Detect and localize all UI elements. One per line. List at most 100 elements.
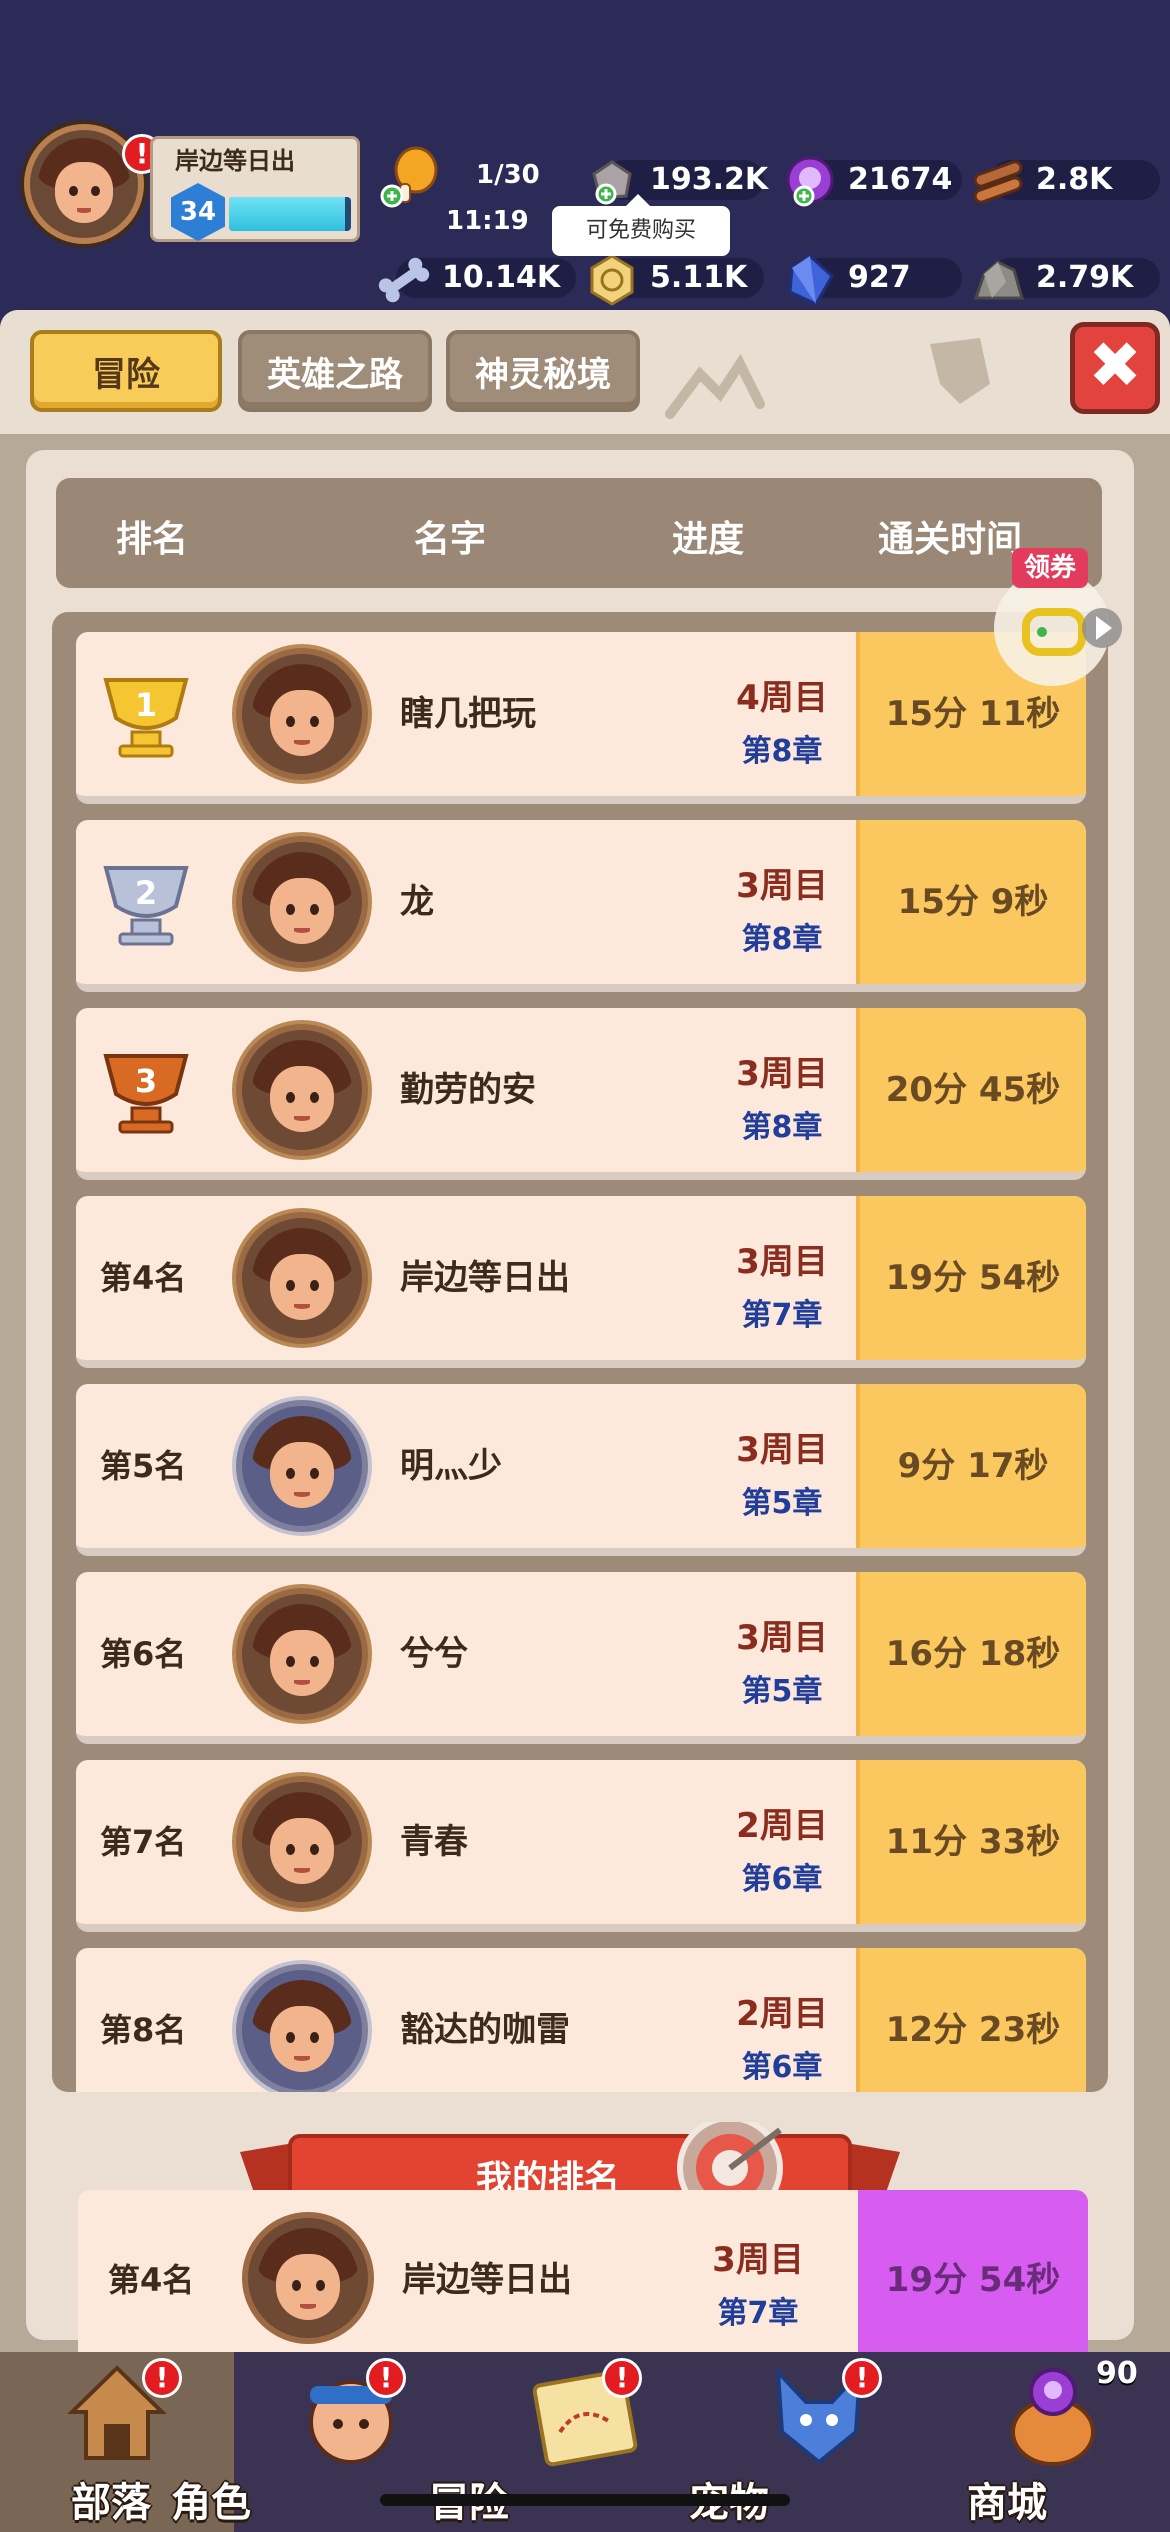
player-name: 岸边等日出: [400, 1258, 570, 1298]
progress-chapter: 第5章: [741, 1674, 823, 1709]
stamina-value: 1/30: [476, 160, 540, 190]
nav-shop[interactable]: 90 商城: [936, 2352, 1170, 2532]
home-indicator: [380, 2494, 790, 2506]
coin-value: 5.11K: [650, 259, 748, 295]
progress-cycle: 2周目: [736, 1806, 828, 1846]
my-chapter: 第7章: [717, 2296, 799, 2331]
stone-resource[interactable]: 2.79K: [970, 252, 1160, 302]
progress-chapter: 第7章: [741, 1298, 823, 1333]
table-row[interactable]: 2 龙 3周目 第8章 15分 9秒: [76, 820, 1086, 992]
nav-pet-alert: !: [842, 2358, 882, 2398]
progress-cycle: 3周目: [736, 1618, 828, 1658]
rank-trophy-icon: 1: [103, 678, 189, 758]
nav-character-alert: !: [366, 2358, 406, 2398]
progress-chapter: 第5章: [741, 1486, 823, 1521]
rank-label: 第8名: [100, 2011, 187, 2049]
close-button[interactable]: ✖: [1070, 322, 1160, 414]
purple-gem-icon: [786, 156, 834, 207]
bone-icon: [378, 257, 430, 303]
wood-value: 2.8K: [1036, 161, 1113, 197]
table-row[interactable]: 第6名 兮兮 3周目 第5章 16分 18秒: [76, 1572, 1086, 1744]
crystal-icon: [788, 254, 834, 306]
player-name: 瞎几把玩: [400, 694, 536, 734]
player-name: 青春: [400, 1822, 468, 1862]
free-purchase-tooltip: 可免费购买: [552, 194, 730, 256]
player-name: 岸边等日出: [175, 147, 295, 175]
coin-icon: [590, 254, 634, 306]
clear-time: 9分 17秒: [856, 1384, 1086, 1548]
svg-text:2: 2: [135, 874, 157, 912]
header-progress: 进度: [672, 519, 745, 560]
rank-label: 第7名: [100, 1823, 187, 1861]
crystal-resource[interactable]: 927: [782, 252, 962, 306]
table-row[interactable]: 第4名 岸边等日出 3周目第7章 19分 54秒: [76, 1196, 1086, 1368]
coupon-label[interactable]: 领券: [1012, 548, 1088, 588]
player-name: 明灬少: [400, 1446, 502, 1486]
bone-value: 10.14K: [442, 259, 561, 295]
gem-resource[interactable]: 21674: [782, 154, 962, 207]
clear-time: 19分 54秒: [856, 1196, 1086, 1360]
player-name: 豁达的咖雷: [400, 2010, 570, 2050]
xp-bar: [229, 197, 351, 231]
player-panel[interactable]: 岸边等日出 34: [150, 136, 360, 242]
my-avatar: [242, 2212, 374, 2344]
progress-chapter: 第8章: [741, 734, 823, 769]
progress-cycle: 2周目: [736, 1994, 828, 2034]
rank-label: 第5名: [100, 1447, 187, 1485]
rank-label: 第6名: [100, 1635, 187, 1673]
table-row[interactable]: 第5名 明灬少 3周目第5章 9分 17秒: [76, 1384, 1086, 1556]
progress-chapter: 第6章: [741, 1862, 823, 1897]
player-avatar: [236, 648, 368, 780]
svg-text:1: 1: [135, 686, 157, 724]
progress-chapter: 第8章: [741, 1110, 823, 1145]
tab-spirit-realm[interactable]: 神灵秘境: [446, 330, 640, 412]
player-avatar: [236, 1776, 368, 1908]
table-header: 排名 名字 进度 通关时间: [56, 478, 1102, 588]
rank-trophy-icon: 2: [103, 866, 189, 946]
header-rank: 排名: [116, 519, 189, 560]
progress-cycle: 3周目: [736, 866, 828, 906]
progress-cycle: 3周目: [736, 1430, 828, 1470]
wood-icon: [973, 160, 1023, 204]
header-name: 名字: [414, 519, 487, 560]
player-avatar: [236, 836, 368, 968]
tab-hero-road[interactable]: 英雄之路: [238, 330, 432, 412]
nav-character-label: 角色: [171, 2480, 251, 2526]
table-row[interactable]: 第7名 青春 2周目第6章 11分 33秒: [76, 1760, 1086, 1932]
my-name: 岸边等日出: [402, 2260, 572, 2300]
player-avatar: [236, 1400, 368, 1532]
nav-adventure-alert: !: [602, 2358, 642, 2398]
progress-cycle: 3周目: [736, 1054, 828, 1094]
crystal-value: 927: [848, 259, 911, 295]
stone-value: 2.79K: [1036, 259, 1134, 295]
table-row[interactable]: 第8名 豁达的咖雷 2周目第6章 12分 23秒: [76, 1948, 1086, 2092]
wood-resource[interactable]: 2.8K: [970, 154, 1160, 204]
my-cycle: 3周目: [712, 2240, 804, 2280]
stamina-meat-icon[interactable]: [380, 146, 446, 210]
clear-time: 20分 45秒: [856, 1008, 1086, 1172]
clear-time: 11分 33秒: [856, 1760, 1086, 1924]
table-row[interactable]: 3 勤劳的安 3周目第8章 20分 45秒: [76, 1008, 1086, 1180]
progress-cycle: 3周目: [736, 1242, 828, 1282]
player-avatar: [236, 1024, 368, 1156]
coin-resource[interactable]: 5.11K: [584, 252, 764, 306]
leaderboard-list[interactable]: 1 瞎几把玩 4周目 第8章 15分 11秒 2 龙 3周目 第8章 15分 9秒 3 勤劳的安 3周目…: [52, 612, 1108, 2092]
clear-time: 12分 23秒: [856, 1948, 1086, 2092]
ore-resource[interactable]: 193.2K: [584, 154, 768, 205]
rank-label: 第4名: [100, 1259, 187, 1297]
stamina-timer: 11:19: [446, 206, 529, 236]
level-badge: 34: [171, 183, 225, 241]
tab-adventure[interactable]: 冒险: [30, 330, 222, 412]
progress-chapter: 第6章: [741, 2050, 823, 2085]
svg-text:3: 3: [135, 1062, 157, 1100]
progress-chapter: 第8章: [741, 922, 823, 957]
player-avatar: [236, 1964, 368, 2092]
progress-cycle: 4周目: [736, 678, 828, 718]
player-name: 勤劳的安: [400, 1070, 536, 1110]
clear-time: 16分 18秒: [856, 1572, 1086, 1736]
player-avatar: [236, 1212, 368, 1344]
rank-trophy-icon: 3: [103, 1054, 189, 1134]
table-row[interactable]: 1 瞎几把玩 4周目 第8章 15分 11秒: [76, 632, 1086, 804]
bone-resource[interactable]: 10.14K: [376, 252, 576, 303]
my-rank-position: 第4名: [108, 2261, 195, 2299]
